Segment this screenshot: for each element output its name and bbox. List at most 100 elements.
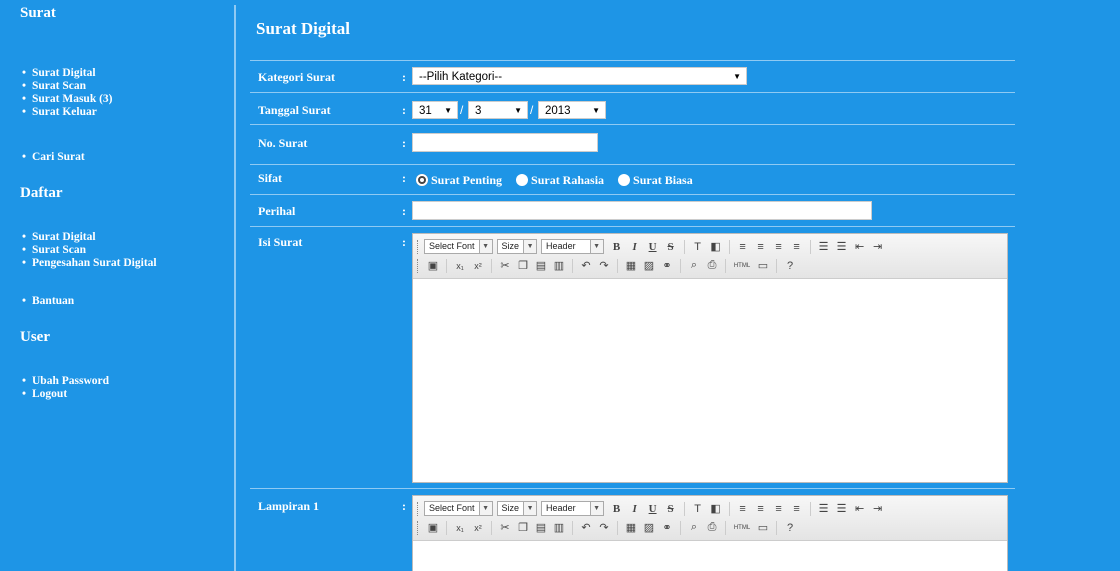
fullscreen-icon[interactable]: ▭ (755, 259, 771, 272)
undo-icon[interactable]: ↶ (578, 521, 594, 534)
indent-icon[interactable]: ⇥ (870, 240, 886, 253)
outdent-icon[interactable]: ⇤ (852, 240, 868, 253)
font-select[interactable]: Select Font (424, 239, 480, 254)
paste-icon[interactable]: ▤ (533, 521, 549, 534)
redo-icon[interactable]: ↷ (596, 259, 612, 272)
nav-item-cari-surat[interactable]: Cari Surat (8, 151, 85, 164)
html-source-icon[interactable]: HTML (731, 525, 753, 531)
nav-item-surat-digital[interactable]: Surat Digital (8, 67, 113, 80)
italic-button[interactable]: I (627, 241, 643, 253)
text-color-icon[interactable]: T (690, 241, 706, 253)
undo-icon[interactable]: ↶ (578, 259, 594, 272)
label-isi: Isi Surat (258, 235, 303, 249)
align-center-icon[interactable]: ≡ (753, 241, 769, 253)
background-color-icon[interactable]: ◧ (708, 240, 724, 253)
chevron-down-icon[interactable]: ▼ (590, 239, 604, 254)
isi-editor[interactable]: Select Font ▼ Size ▼ Header ▼ B I U S T ◧ ≡… (412, 233, 1008, 483)
chevron-down-icon[interactable]: ▼ (524, 239, 538, 254)
table-icon[interactable]: ▦ (623, 259, 639, 272)
month-select[interactable]: 3 ▼ (468, 101, 528, 119)
unordered-list-icon[interactable]: ☰ (834, 502, 850, 515)
align-justify-icon[interactable]: ≡ (789, 241, 805, 253)
print-icon[interactable]: ⎙ (704, 521, 720, 534)
preview-icon[interactable]: ⌕ (686, 259, 702, 272)
save-icon[interactable]: ▣ (425, 521, 441, 534)
print-icon[interactable]: ⎙ (704, 259, 720, 272)
chevron-down-icon[interactable]: ▼ (524, 501, 538, 516)
header-select[interactable]: Header (541, 501, 591, 516)
paste-icon[interactable]: ▤ (533, 259, 549, 272)
superscript-icon[interactable]: x² (470, 261, 486, 271)
radio-surat-rahasia[interactable] (516, 174, 529, 187)
text-color-icon[interactable]: T (690, 503, 706, 515)
link-icon[interactable]: ⚭ (659, 259, 675, 272)
nav-item-surat-masuk[interactable]: Surat Masuk (3) (8, 93, 113, 106)
align-right-icon[interactable]: ≡ (771, 241, 787, 253)
cut-icon[interactable]: ✂ (497, 521, 513, 534)
day-select[interactable]: 31 ▼ (412, 101, 458, 119)
align-left-icon[interactable]: ≡ (735, 241, 751, 253)
background-color-icon[interactable]: ◧ (708, 502, 724, 515)
size-select[interactable]: Size (496, 239, 525, 254)
chevron-down-icon[interactable]: ▼ (590, 501, 604, 516)
copy-icon[interactable]: ❐ (515, 521, 531, 534)
lampiran-editor[interactable]: Select Font ▼ Size ▼ Header ▼ B I U S T ◧ ≡… (412, 495, 1008, 571)
bold-button[interactable]: B (609, 503, 625, 515)
radio-surat-biasa[interactable] (618, 174, 631, 187)
align-right-icon[interactable]: ≡ (771, 503, 787, 515)
chevron-down-icon[interactable]: ▼ (479, 239, 493, 254)
ordered-list-icon[interactable]: ☰ (816, 240, 832, 253)
superscript-icon[interactable]: x² (470, 523, 486, 533)
help-icon[interactable]: ? (782, 522, 798, 534)
preview-icon[interactable]: ⌕ (686, 521, 702, 534)
html-source-icon[interactable]: HTML (731, 263, 753, 269)
perihal-input[interactable] (412, 201, 872, 220)
nav-item-bantuan[interactable]: Bantuan (8, 295, 74, 308)
link-icon[interactable]: ⚭ (659, 521, 675, 534)
save-icon[interactable]: ▣ (425, 259, 441, 272)
toolbar-grip (417, 501, 420, 516)
year-select[interactable]: 2013 ▼ (538, 101, 606, 119)
table-icon[interactable]: ▦ (623, 521, 639, 534)
outdent-icon[interactable]: ⇤ (852, 502, 868, 515)
align-center-icon[interactable]: ≡ (753, 503, 769, 515)
nav-item-daftar-surat-digital[interactable]: Surat Digital (8, 231, 157, 244)
nav-item-ubah-password[interactable]: Ubah Password (8, 375, 109, 388)
nav-item-daftar-surat-scan[interactable]: Surat Scan (8, 244, 157, 257)
kategori-select[interactable]: --Pilih Kategori-- ▼ (412, 67, 747, 85)
strikethrough-button[interactable]: S (663, 241, 679, 253)
unordered-list-icon[interactable]: ☰ (834, 240, 850, 253)
redo-icon[interactable]: ↷ (596, 521, 612, 534)
nav-item-surat-scan[interactable]: Surat Scan (8, 80, 113, 93)
bold-button[interactable]: B (609, 241, 625, 253)
image-icon[interactable]: ▨ (641, 259, 657, 272)
nomor-input[interactable] (412, 133, 598, 152)
font-select[interactable]: Select Font (424, 501, 480, 516)
header-select[interactable]: Header (541, 239, 591, 254)
copy-icon[interactable]: ❐ (515, 259, 531, 272)
nav-item-logout[interactable]: Logout (8, 388, 109, 401)
indent-icon[interactable]: ⇥ (870, 502, 886, 515)
fullscreen-icon[interactable]: ▭ (755, 521, 771, 534)
paste-word-icon[interactable]: ▥ (551, 521, 567, 534)
nav-item-surat-keluar[interactable]: Surat Keluar (8, 106, 113, 119)
strikethrough-button[interactable]: S (663, 503, 679, 515)
cut-icon[interactable]: ✂ (497, 259, 513, 272)
subscript-icon[interactable]: x₁ (452, 261, 468, 271)
image-icon[interactable]: ▨ (641, 521, 657, 534)
ordered-list-icon[interactable]: ☰ (816, 502, 832, 515)
help-icon[interactable]: ? (782, 260, 798, 272)
chevron-down-icon[interactable]: ▼ (479, 501, 493, 516)
subscript-icon[interactable]: x₁ (452, 523, 468, 533)
nav-item-pengesahan[interactable]: Pengesahan Surat Digital (8, 257, 157, 270)
toolbar-row-2: ▣ x₁ x² ✂ ❐ ▤ ▥ ↶ ↷ ▦ ▨ ⚭ ⌕ ⎙ HTML ▭ ? (417, 256, 1003, 275)
underline-button[interactable]: U (645, 241, 661, 253)
italic-button[interactable]: I (627, 503, 643, 515)
align-justify-icon[interactable]: ≡ (789, 503, 805, 515)
underline-button[interactable]: U (645, 503, 661, 515)
paste-word-icon[interactable]: ▥ (551, 259, 567, 272)
size-select[interactable]: Size (496, 501, 525, 516)
align-left-icon[interactable]: ≡ (735, 503, 751, 515)
kategori-select-value: --Pilih Kategori-- (419, 71, 503, 83)
radio-surat-penting[interactable] (416, 174, 428, 187)
